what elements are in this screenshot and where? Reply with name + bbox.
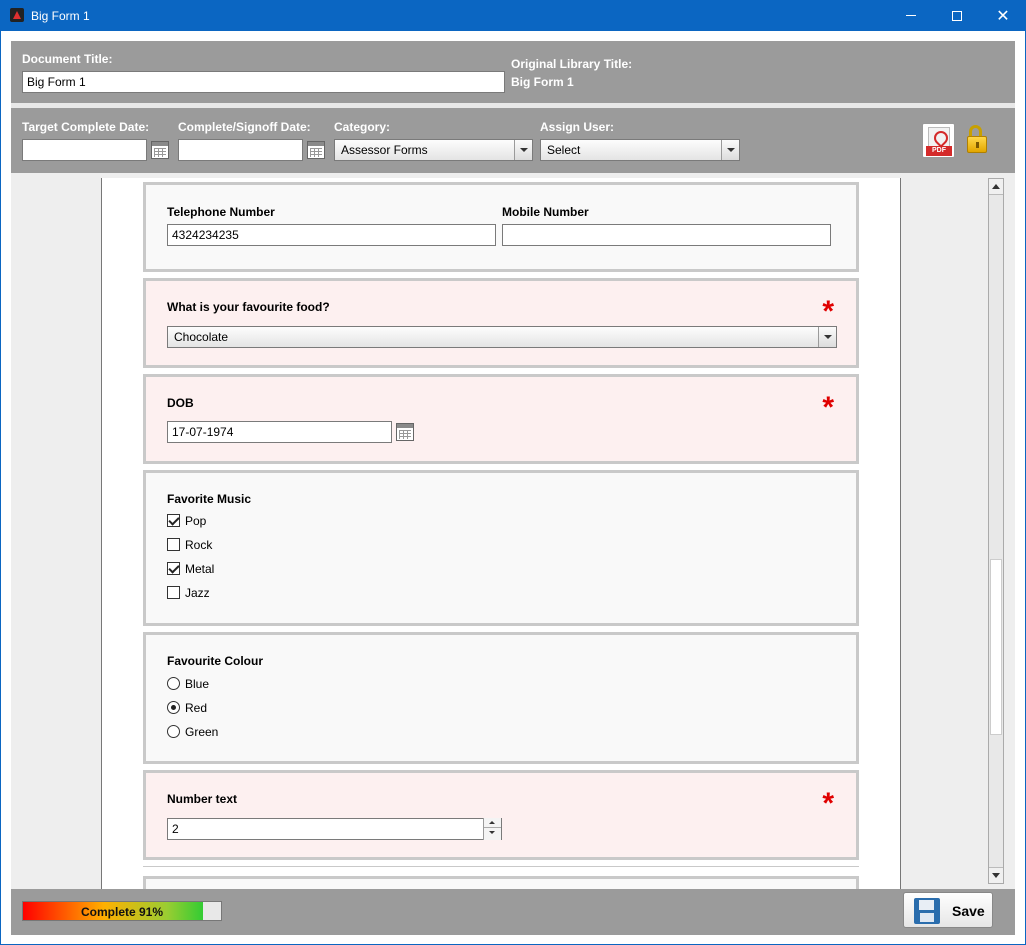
calendar-icon[interactable] [307,141,325,159]
number-stepper[interactable] [483,818,501,840]
target-date-label: Target Complete Date: [22,120,150,134]
music-option-label: Rock [185,538,213,552]
music-card: Favorite Music Pop Rock Metal Jazz [143,470,859,626]
maximize-button[interactable] [934,0,980,31]
stepper-up-icon[interactable] [484,818,501,828]
music-checkbox-rock[interactable] [167,538,180,551]
number-label: Number text [167,792,238,806]
colour-radio-green[interactable] [167,725,180,738]
form-page[interactable]: Telephone Number 4324234235 Mobile Numbe… [101,178,901,889]
calendar-icon[interactable] [396,423,414,441]
progress-text: Complete 91% [80,905,164,919]
chevron-down-icon [514,140,532,160]
mobile-input[interactable] [502,224,831,246]
completion-progress: Complete 91% [22,901,222,921]
maximize-icon [952,10,962,21]
close-icon: ✕ [996,7,1010,25]
colour-option-label: Blue [185,677,210,691]
music-option-label: Metal [185,562,215,576]
save-button[interactable]: Save [903,892,993,928]
dob-label: DOB [167,396,194,410]
scroll-down-icon[interactable] [989,867,1003,883]
category-select[interactable]: Assessor Forms [334,139,533,161]
chevron-down-icon [721,140,739,160]
card-divider [143,866,859,867]
minimize-button[interactable] [888,0,934,31]
chevron-down-icon [818,327,836,347]
colour-option-label: Red [185,701,208,715]
meta-header: Target Complete Date: Complete/Signoff D… [11,108,1015,173]
calendar-icon[interactable] [151,141,169,159]
window-title: Big Form 1 [31,9,90,23]
food-select[interactable]: Chocolate [167,326,837,348]
number-card: Number text * 2 [143,770,859,860]
unlock-icon[interactable] [967,125,989,155]
original-title-label: Original Library Title: [511,57,633,71]
save-label: Save [952,903,985,919]
original-title-value: Big Form 1 [511,75,574,89]
telephone-label: Telephone Number [167,205,275,219]
scroll-thumb[interactable] [990,559,1002,735]
client-area: Document Title: Big Form 1 Original Libr… [11,41,1015,935]
vertical-scrollbar[interactable] [988,178,1004,884]
music-checkbox-jazz[interactable] [167,586,180,599]
food-question-label: What is your favourite food? [167,300,330,314]
colour-label: Favourite Colour [167,654,264,668]
document-title-input[interactable]: Big Form 1 [22,71,505,93]
dob-input[interactable]: 17-07-1974 [167,421,392,443]
mobile-label: Mobile Number [502,205,589,219]
food-value: Chocolate [174,330,229,344]
required-asterisk: * [822,787,834,820]
required-asterisk: * [822,295,834,328]
colour-option-label: Green [185,725,219,739]
footer-bar: Complete 91% Save [11,889,1015,935]
phone-card: Telephone Number 4324234235 Mobile Numbe… [143,182,859,272]
export-pdf-button[interactable]: PDF [922,123,955,158]
colour-radio-red[interactable] [167,701,180,714]
food-card: What is your favourite food? * Chocolate [143,278,859,368]
music-checkbox-metal[interactable] [167,562,180,575]
category-label: Category: [334,120,391,134]
number-input[interactable]: 2 [167,818,502,840]
colour-card: Favourite Colour Blue Red Green [143,632,859,764]
window-titlebar: Big Form 1 ✕ [0,0,1026,31]
signoff-date-label: Complete/Signoff Date: [178,120,311,134]
app-icon [10,8,24,22]
minimize-icon [906,15,916,16]
target-date-input[interactable] [22,139,147,161]
stepper-down-icon[interactable] [484,828,501,838]
document-title-label: Document Title: [22,52,113,66]
music-option-label: Pop [185,514,207,528]
colour-radio-blue[interactable] [167,677,180,690]
assign-user-select[interactable]: Select [540,139,740,161]
dob-card: DOB * 17-07-1974 [143,374,859,464]
assign-user-value: Select [547,143,581,157]
next-card [143,876,859,889]
music-checkbox-pop[interactable] [167,514,180,527]
telephone-input[interactable]: 4324234235 [167,224,496,246]
category-value: Assessor Forms [341,143,428,157]
title-header: Document Title: Big Form 1 Original Libr… [11,41,1015,103]
signoff-date-input[interactable] [178,139,303,161]
required-asterisk: * [822,391,834,424]
music-label: Favorite Music [167,492,252,506]
scroll-up-icon[interactable] [989,179,1003,195]
pdf-tag: PDF [926,146,952,156]
music-option-label: Jazz [185,586,210,600]
floppy-disk-icon [914,898,940,924]
pdf-icon [928,127,950,147]
close-button[interactable]: ✕ [980,0,1026,31]
number-value: 2 [172,822,179,836]
assign-user-label: Assign User: [540,120,615,134]
